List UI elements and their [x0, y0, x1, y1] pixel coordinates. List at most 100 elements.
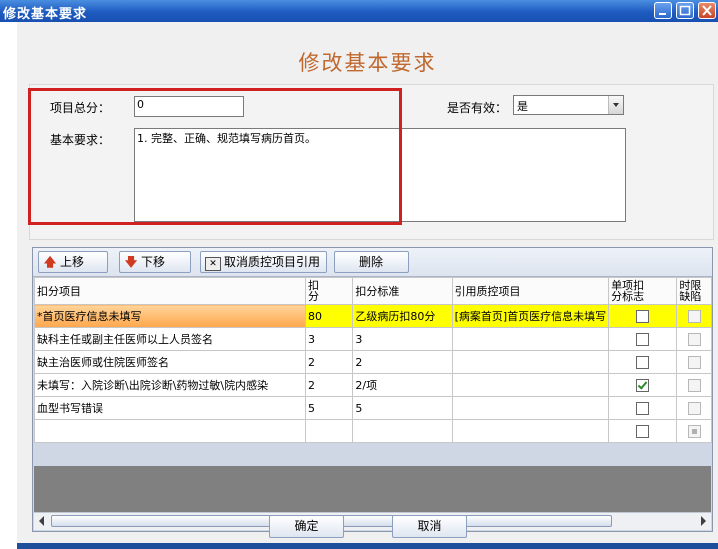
- single-flag-cell: [608, 304, 678, 328]
- time-limit-cell: [676, 396, 712, 420]
- time-limit-checkbox[interactable]: [687, 401, 701, 415]
- title-bar[interactable]: 修改基本要求: [0, 0, 718, 22]
- col-header-item[interactable]: 扣分项目: [34, 277, 306, 305]
- cell-reference[interactable]: [451, 396, 610, 420]
- cell-standard[interactable]: 乙级病历扣80分: [352, 304, 453, 328]
- col-header-single-flag[interactable]: 单项扣 分标志: [608, 277, 678, 305]
- single-flag-checkbox[interactable]: [636, 355, 650, 369]
- close-icon: [702, 5, 712, 16]
- minimize-button[interactable]: [654, 2, 672, 19]
- col-header-deduct[interactable]: 扣分: [304, 277, 354, 305]
- single-flag-checkbox[interactable]: [636, 378, 650, 392]
- single-flag-checkbox[interactable]: [636, 424, 650, 438]
- valid-select[interactable]: 是: [513, 95, 624, 115]
- scroll-left-icon[interactable]: [39, 516, 44, 526]
- delete-button[interactable]: 删除: [334, 251, 409, 273]
- time-limit-checkbox[interactable]: [687, 424, 701, 438]
- unlink-icon: ✕: [205, 257, 221, 271]
- grid-empty-area: [34, 466, 711, 512]
- single-flag-cell: [608, 327, 678, 351]
- cell-deduct[interactable]: 2: [304, 350, 354, 374]
- cell-reference[interactable]: [451, 419, 610, 443]
- cell-deduct[interactable]: 2: [304, 373, 354, 397]
- cell-deduct[interactable]: 80: [304, 304, 354, 328]
- dropdown-button[interactable]: [608, 96, 623, 114]
- time-limit-cell: [676, 304, 712, 328]
- deduction-table: 扣分项目 扣分 扣分标准 引用质控项目 单项扣 分标志 时限 缺陷 *首页医疗信息未…: [34, 277, 712, 443]
- time-limit-checkbox[interactable]: [687, 332, 701, 346]
- table-row[interactable]: *首页医疗信息未填写 80 乙级病历扣80分 [病案首页]首页医疗信息未填写: [34, 304, 712, 328]
- single-flag-cell: [608, 396, 678, 420]
- col-header-item-text: 扣分项目: [37, 284, 81, 298]
- table-row[interactable]: 缺主治医师或住院医师签名 2 2: [34, 350, 712, 374]
- cell-standard[interactable]: 2/项: [352, 373, 453, 397]
- table-header-row: 扣分项目 扣分 扣分标准 引用质控项目 单项扣 分标志 时限 缺陷: [34, 277, 712, 305]
- cancel-button[interactable]: 取消: [392, 515, 467, 538]
- window-title: 修改基本要求: [3, 7, 88, 22]
- cell-standard[interactable]: 5: [352, 396, 453, 420]
- col-header-reference[interactable]: 引用质控项目: [451, 277, 610, 305]
- cell-item[interactable]: [34, 419, 306, 443]
- deduction-grid-panel: 🡅 上移 🡇 下移 ✕ 取消质控项目引用 删除 扣分项目 扣 分 扣分标准 引用…: [32, 247, 713, 532]
- move-down-label: 下移: [141, 255, 166, 269]
- time-limit-cell: [676, 373, 712, 397]
- grid-toolbar: 🡅 上移 🡇 下移 ✕ 取消质控项目引用 删除: [33, 248, 712, 277]
- cancel-reference-button[interactable]: ✕ 取消质控项目引用: [200, 251, 327, 273]
- cell-item[interactable]: 缺科主任或副主任医师以上人员签名: [34, 327, 306, 351]
- move-down-button[interactable]: 🡇 下移: [119, 251, 191, 273]
- cell-reference[interactable]: [451, 327, 610, 351]
- ok-button[interactable]: 确定: [269, 515, 344, 538]
- time-limit-cell: [676, 419, 712, 443]
- col-header-time-limit[interactable]: 时限 缺陷: [676, 277, 712, 305]
- col-header-standard-text: 扣分标准: [355, 284, 400, 298]
- cell-standard[interactable]: 2: [352, 350, 453, 374]
- arrow-down-icon: 🡇: [124, 255, 138, 269]
- arrow-up-icon: 🡅: [43, 255, 57, 269]
- maximize-icon: [679, 5, 691, 16]
- cell-reference[interactable]: [病案首页]首页医疗信息未填写: [451, 304, 610, 328]
- cell-item[interactable]: 血型书写错误: [34, 396, 306, 420]
- time-limit-cell: [676, 327, 712, 351]
- cell-reference[interactable]: [451, 373, 610, 397]
- minimize-icon: [659, 13, 666, 15]
- single-flag-checkbox[interactable]: [636, 309, 650, 323]
- cell-item[interactable]: 未填写：入院诊断\出院诊断\药物过敏\院内感染: [34, 373, 306, 397]
- background-strip: [0, 22, 17, 549]
- single-flag-cell: [608, 373, 678, 397]
- single-flag-checkbox[interactable]: [636, 332, 650, 346]
- single-flag-cell: [608, 419, 678, 443]
- single-flag-cell: [608, 350, 678, 374]
- cell-reference[interactable]: [451, 350, 610, 374]
- maximize-button[interactable]: [676, 2, 694, 19]
- single-flag-checkbox[interactable]: [636, 401, 650, 415]
- move-up-button[interactable]: 🡅 上移: [38, 251, 108, 273]
- cancel-reference-label: 取消质控项目引用: [224, 255, 321, 269]
- cell-item[interactable]: *首页医疗信息未填写: [34, 304, 306, 328]
- close-button[interactable]: [698, 2, 716, 19]
- col-header-deduct-line2: 分: [308, 290, 319, 303]
- cell-standard[interactable]: 3: [352, 327, 453, 351]
- table-row[interactable]: 血型书写错误 5 5: [34, 396, 712, 420]
- chevron-down-icon: [613, 103, 619, 107]
- table-row[interactable]: 未填写：入院诊断\出院诊断\药物过敏\院内感染 2 2/项: [34, 373, 712, 397]
- col-header-limit-line2: 缺陷: [679, 290, 702, 303]
- table-row[interactable]: 缺科主任或副主任医师以上人员签名 3 3: [34, 327, 712, 351]
- scroll-right-icon[interactable]: [701, 516, 706, 526]
- time-limit-checkbox[interactable]: [687, 378, 701, 392]
- table-row[interactable]: [34, 419, 712, 443]
- valid-label: 是否有效：: [447, 101, 508, 115]
- horizontal-scrollbar[interactable]: [34, 512, 711, 530]
- time-limit-checkbox[interactable]: [687, 355, 701, 369]
- col-header-single-line2: 分标志: [611, 290, 645, 303]
- cell-deduct[interactable]: 3: [304, 327, 354, 351]
- window-border: [17, 543, 718, 549]
- move-up-label: 上移: [60, 255, 85, 269]
- col-header-standard[interactable]: 扣分标准: [352, 277, 453, 305]
- cell-deduct[interactable]: [304, 419, 354, 443]
- cell-deduct[interactable]: 5: [304, 396, 354, 420]
- dialog-window: 修改基本要求 修改基本要求 项目总分： 0 是否有效： 是 基本要求： 1. 完…: [0, 0, 718, 549]
- time-limit-checkbox[interactable]: [687, 309, 701, 323]
- cell-standard[interactable]: [352, 419, 453, 443]
- delete-label: 删除: [359, 255, 384, 269]
- cell-item[interactable]: 缺主治医师或住院医师签名: [34, 350, 306, 374]
